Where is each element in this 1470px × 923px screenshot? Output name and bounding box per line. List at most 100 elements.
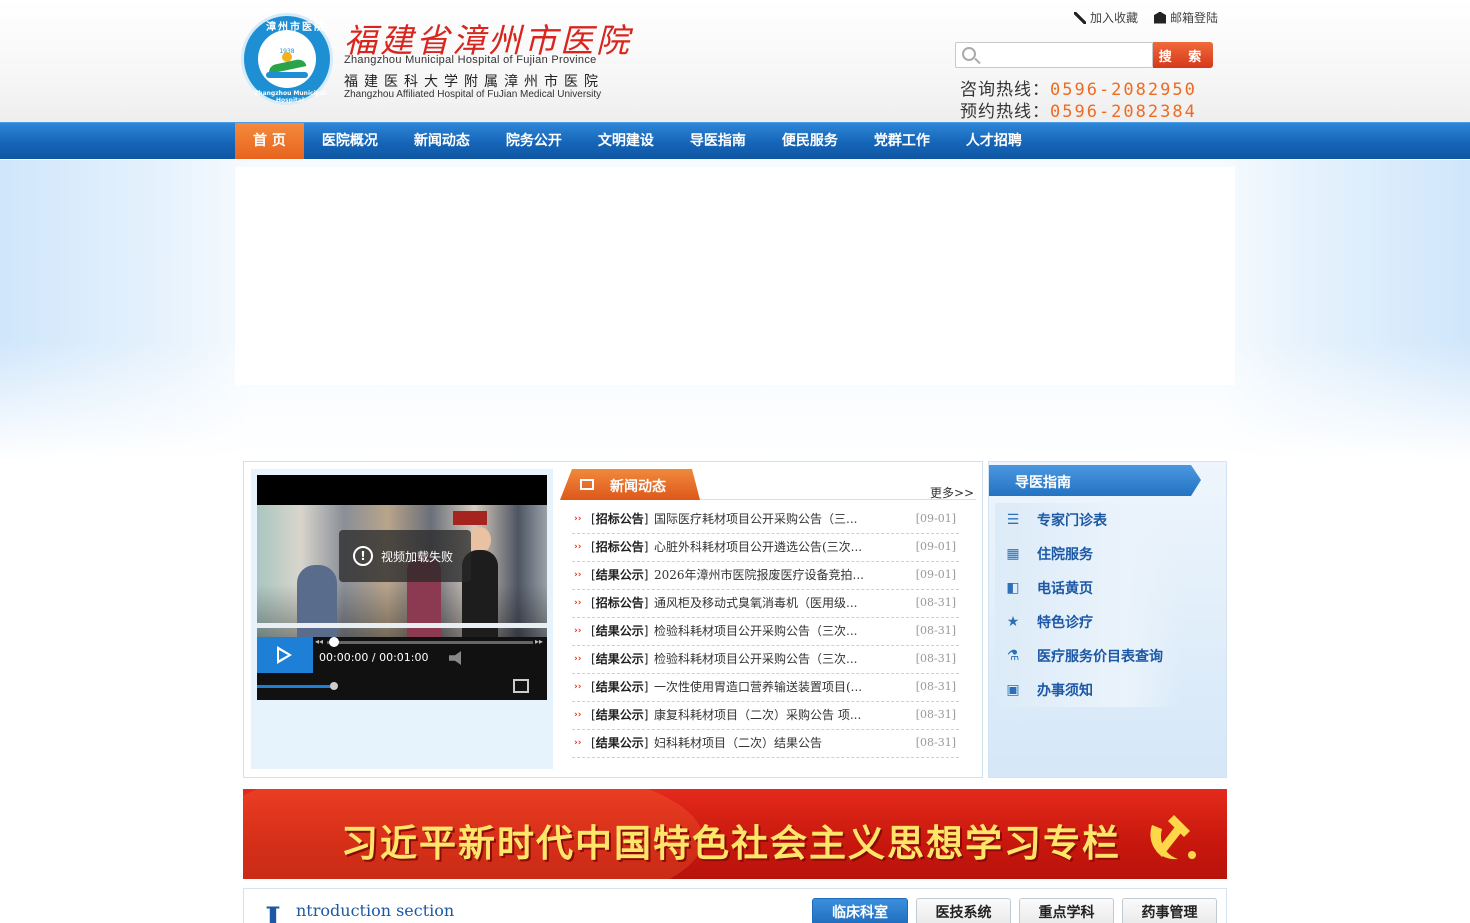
guide-item-phonebook[interactable]: ◧ 电话黄页 xyxy=(995,571,1181,605)
video-player[interactable]: ! 视频加载失败 ◂◂ ▸▸ 00:00:00 / 00:01:00 xyxy=(257,475,547,700)
study-column-title: 习近平新时代中国特色社会主义思想学习专栏 xyxy=(341,822,1121,865)
logo-wave-icon xyxy=(266,72,308,78)
news-tag: [结果公示] xyxy=(591,652,649,666)
affiliation-en: Zhangzhou Affiliated Hospital of FuJian … xyxy=(344,89,602,100)
news-item[interactable]: ›› [结果公示] 检验科耗材项目公开采购公告（三次... [08-31] xyxy=(572,646,959,674)
news-title[interactable]: 检验科耗材项目公开采购公告（三次... xyxy=(654,618,857,644)
news-item[interactable]: ›› [结果公示] 检验科耗材项目公开采购公告（三次... [08-31] xyxy=(572,618,959,646)
seek-handle[interactable] xyxy=(329,637,339,647)
video-error-text: 视频加载失败 xyxy=(381,549,454,564)
fullscreen-icon[interactable] xyxy=(513,679,529,693)
tab-medtech[interactable]: 医技系统 xyxy=(916,898,1011,923)
guide-item-notice[interactable]: ▣ 办事须知 xyxy=(995,673,1181,707)
video-controls: ◂◂ ▸▸ 00:00:00 / 00:01:00 xyxy=(257,637,547,700)
bullet-icon: ›› xyxy=(574,542,582,552)
search-button[interactable]: 搜 索 xyxy=(1153,42,1213,68)
fast-forward-icon[interactable]: ▸▸ xyxy=(535,637,543,646)
nav-item-party[interactable]: 党群工作 xyxy=(856,123,948,159)
news-item[interactable]: ›› [结果公示] 2026年漳州市医院报废医疗设备竞拍... [09-01] xyxy=(572,562,959,590)
appointment-hotline: 预约热线：0596-2082384 xyxy=(960,97,1197,122)
hammer-sickle-icon xyxy=(1150,815,1196,860)
bullet-icon: ›› xyxy=(574,514,582,524)
news-date: [09-01] xyxy=(915,540,956,553)
news-item[interactable]: ›› [招标公告] 通风柜及移动式臭氧消毒机（医用级... [08-31] xyxy=(572,590,959,618)
volume-bar[interactable] xyxy=(257,685,337,688)
hero-banner[interactable] xyxy=(235,167,1235,385)
search-icon xyxy=(962,47,976,61)
news-tag-text: 招标公告 xyxy=(595,596,644,610)
bullet-icon: ›› xyxy=(574,682,582,692)
nav-item-guide[interactable]: 导医指南 xyxy=(672,123,764,159)
guide-section-tab[interactable]: 导医指南 xyxy=(989,465,1201,496)
nav-item-news[interactable]: 新闻动态 xyxy=(396,123,488,159)
news-tag: [招标公告] xyxy=(591,596,649,610)
news-item[interactable]: ›› [招标公告] 国际医疗耗材项目公开采购公告（三... [09-01] xyxy=(572,506,959,534)
news-title[interactable]: 国际医疗耗材项目公开采购公告（三... xyxy=(654,506,857,532)
news-section-tab[interactable]: 新闻动态 xyxy=(560,469,700,500)
pencil-icon xyxy=(1074,11,1086,24)
guide-item-inpatient[interactable]: ▦ 住院服务 xyxy=(995,537,1181,571)
notice-board-icon: ▣ xyxy=(1006,682,1020,698)
guide-item-expert-clinic[interactable]: ☰ 专家门诊表 xyxy=(995,503,1181,537)
news-title[interactable]: 康复科耗材项目（二次）采购公告 项... xyxy=(654,702,861,728)
tab-key-disciplines[interactable]: 重点学科 xyxy=(1019,898,1114,923)
intro-heading-en: ntroduction section xyxy=(296,901,455,920)
department-tabs: 临床科室 医技系统 重点学科 药事管理 xyxy=(812,898,1217,923)
rewind-icon[interactable]: ◂◂ xyxy=(315,637,323,646)
news-item[interactable]: ›› [招标公告] 心脏外科耗材项目公开遴选公告(三次... [09-01] xyxy=(572,534,959,562)
news-tag-text: 结果公示 xyxy=(595,568,644,582)
news-list: ›› [招标公告] 国际医疗耗材项目公开采购公告（三... [09-01] ›› [招标… xyxy=(572,506,959,758)
seek-bar[interactable] xyxy=(327,641,533,644)
hospital-logo[interactable]: 漳州市医院 1938 Zhangzhou Municipal Hospital xyxy=(241,13,333,105)
flask-icon: ⚗ xyxy=(1006,648,1020,664)
news-date: [08-31] xyxy=(915,596,956,609)
mail-login-link[interactable]: 邮箱登陆 xyxy=(1154,9,1218,26)
main-nav: 首 页 医院概况 新闻动态 院务公开 文明建设 导医指南 便民服务 党群工作 人… xyxy=(0,122,1470,159)
bullet-icon: ›› xyxy=(574,570,582,580)
tab-pharmacy[interactable]: 药事管理 xyxy=(1122,898,1217,923)
guide-item-price-list[interactable]: ⚗ 医疗服务价目表查询 xyxy=(995,639,1181,673)
list-icon: ☰ xyxy=(1006,512,1020,528)
news-item[interactable]: ›› [结果公示] 康复科耗材项目（二次）采购公告 项... [08-31] xyxy=(572,702,959,730)
guide-item-featured-care[interactable]: ★ 特色诊疗 xyxy=(995,605,1181,639)
news-title[interactable]: 检验科耗材项目公开采购公告（三次... xyxy=(654,646,857,672)
news-date: [09-01] xyxy=(915,568,956,581)
news-date: [08-31] xyxy=(915,652,956,665)
news-date: [08-31] xyxy=(915,708,956,721)
bullet-icon: ›› xyxy=(574,710,582,720)
newspaper-icon xyxy=(580,479,594,490)
news-tag: [结果公示] xyxy=(591,708,649,722)
volume-icon[interactable] xyxy=(449,651,461,665)
news-item[interactable]: ›› [结果公示] 妇科耗材项目（二次）结果公告 [08-31] xyxy=(572,730,959,758)
bullet-icon: ›› xyxy=(574,626,582,636)
volume-handle[interactable] xyxy=(330,682,338,690)
add-favorite-link[interactable]: 加入收藏 xyxy=(1074,9,1138,26)
nav-item-home[interactable]: 首 页 xyxy=(235,123,304,159)
news-tag: [结果公示] xyxy=(591,736,649,750)
nav-item-services[interactable]: 便民服务 xyxy=(764,123,856,159)
news-section-title: 新闻动态 xyxy=(610,479,666,495)
nav-item-overview[interactable]: 医院概况 xyxy=(304,123,396,159)
play-button[interactable] xyxy=(257,637,313,673)
guide-item-label: 特色诊疗 xyxy=(1037,615,1093,631)
news-title[interactable]: 通风柜及移动式臭氧消毒机（医用级... xyxy=(654,590,857,616)
video-error-message: ! 视频加载失败 xyxy=(339,530,471,582)
news-tag: [结果公示] xyxy=(591,624,649,638)
news-item[interactable]: ›› [结果公示] 一次性使用胃造口营养输送装置项目(... [08-31] xyxy=(572,674,959,702)
search-box xyxy=(955,42,1153,68)
news-title[interactable]: 2026年漳州市医院报废医疗设备竞拍... xyxy=(654,562,864,588)
news-title[interactable]: 心脏外科耗材项目公开遴选公告(三次... xyxy=(654,534,862,560)
star-icon: ★ xyxy=(1006,614,1020,630)
tab-clinical[interactable]: 临床科室 xyxy=(812,898,908,923)
news-more-link[interactable]: 更多>> xyxy=(930,484,974,501)
news-title[interactable]: 妇科耗材项目（二次）结果公告 xyxy=(654,730,822,756)
news-tag-text: 结果公示 xyxy=(595,680,644,694)
nav-item-recruit[interactable]: 人才招聘 xyxy=(948,123,1040,159)
news-title[interactable]: 一次性使用胃造口营养输送装置项目(... xyxy=(654,674,862,700)
nav-item-affairs[interactable]: 院务公开 xyxy=(488,123,580,159)
bullet-icon: ›› xyxy=(574,598,582,608)
hotline-label: 预约热线： xyxy=(960,102,1050,122)
study-column-banner[interactable]: 习近平新时代中国特色社会主义思想学习专栏 xyxy=(243,789,1227,879)
nav-item-civilization[interactable]: 文明建设 xyxy=(580,123,672,159)
search-input[interactable] xyxy=(982,44,1152,66)
